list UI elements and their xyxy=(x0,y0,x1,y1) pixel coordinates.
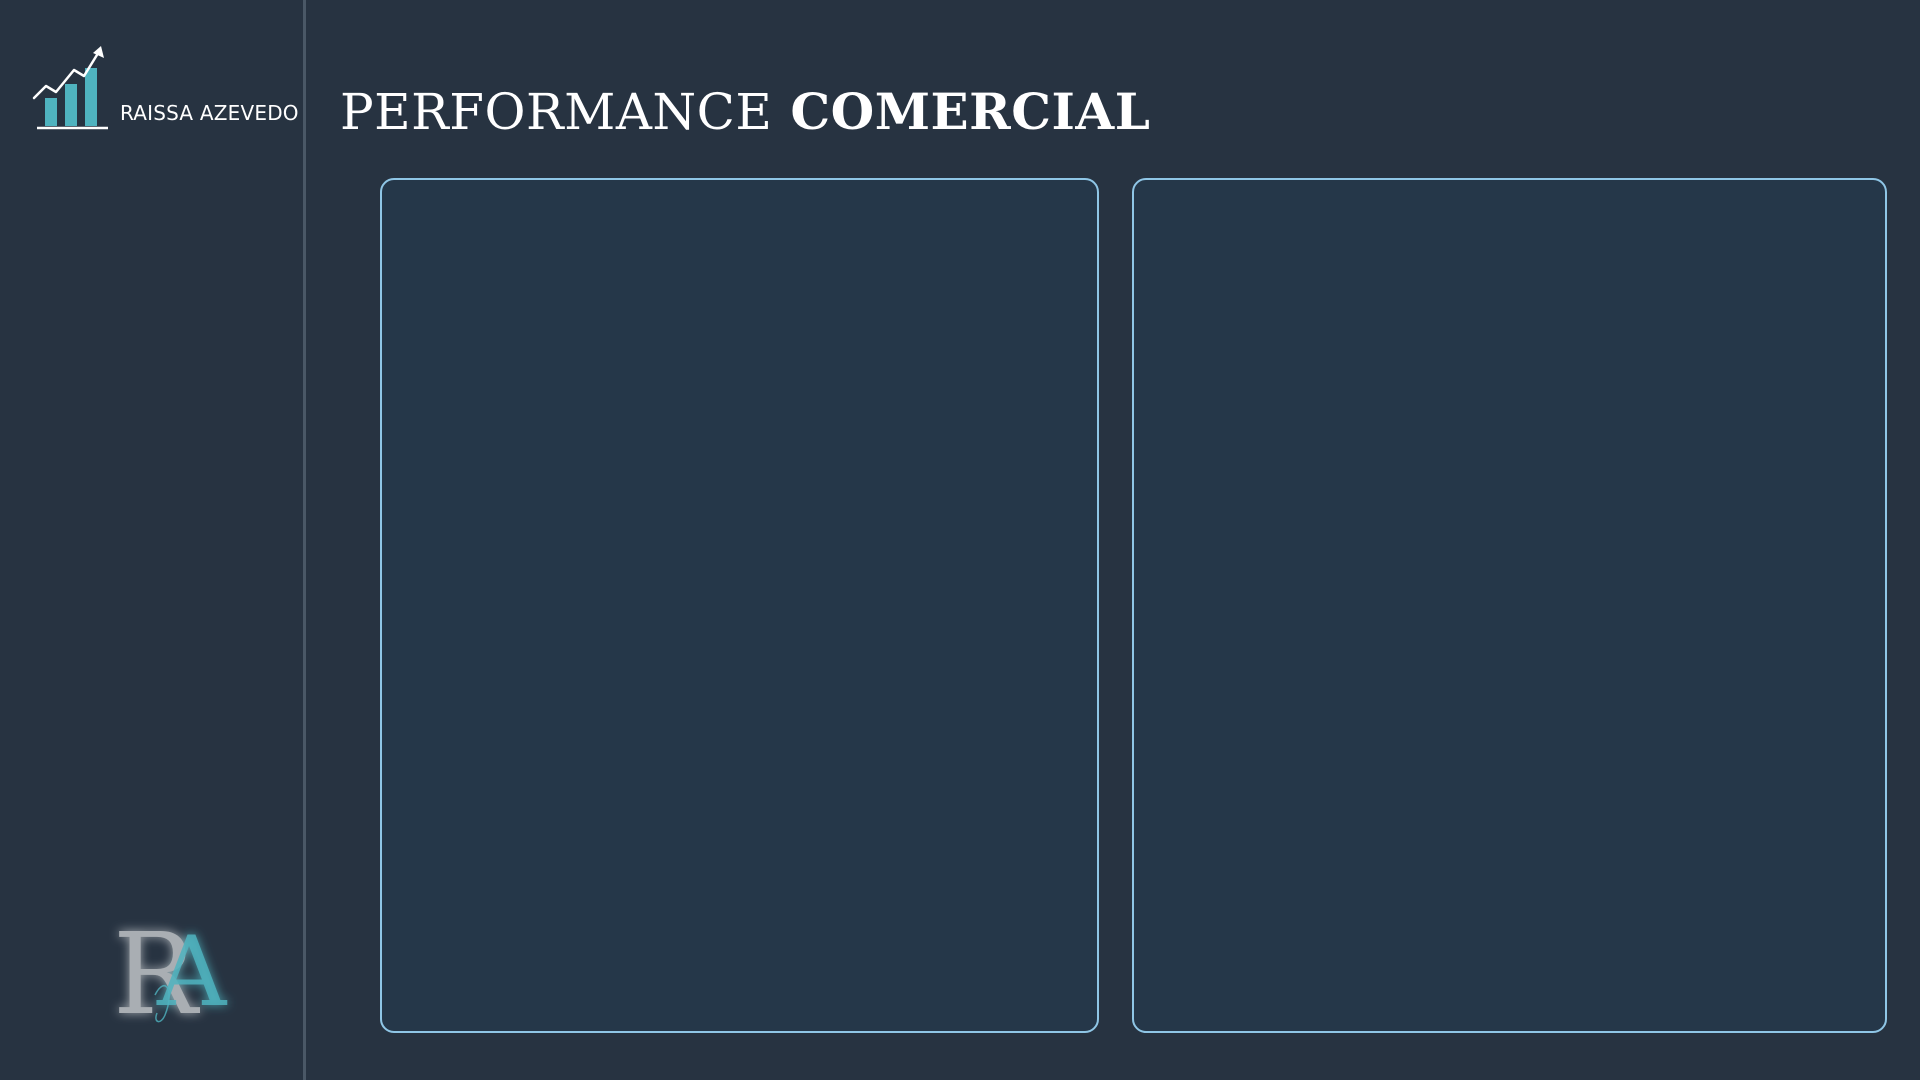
left-panel xyxy=(380,178,1099,1033)
sidebar: RAISSA AZEVEDO R A xyxy=(0,0,306,1080)
page-title-bold: COMERCIAL xyxy=(790,81,1151,141)
page-title: PERFORMANCE COMERCIAL xyxy=(340,82,1150,141)
brand: RAISSA AZEVEDO xyxy=(32,44,302,134)
dashboard-page: RAISSA AZEVEDO R A PERFORMANCE COMERCIAL xyxy=(0,0,1920,1080)
ra-monogram-logo: R A xyxy=(113,910,228,1040)
growth-chart-icon xyxy=(32,46,108,130)
brand-name: RAISSA AZEVEDO xyxy=(120,101,299,125)
page-title-light: PERFORMANCE xyxy=(340,82,773,141)
right-panel xyxy=(1132,178,1887,1033)
